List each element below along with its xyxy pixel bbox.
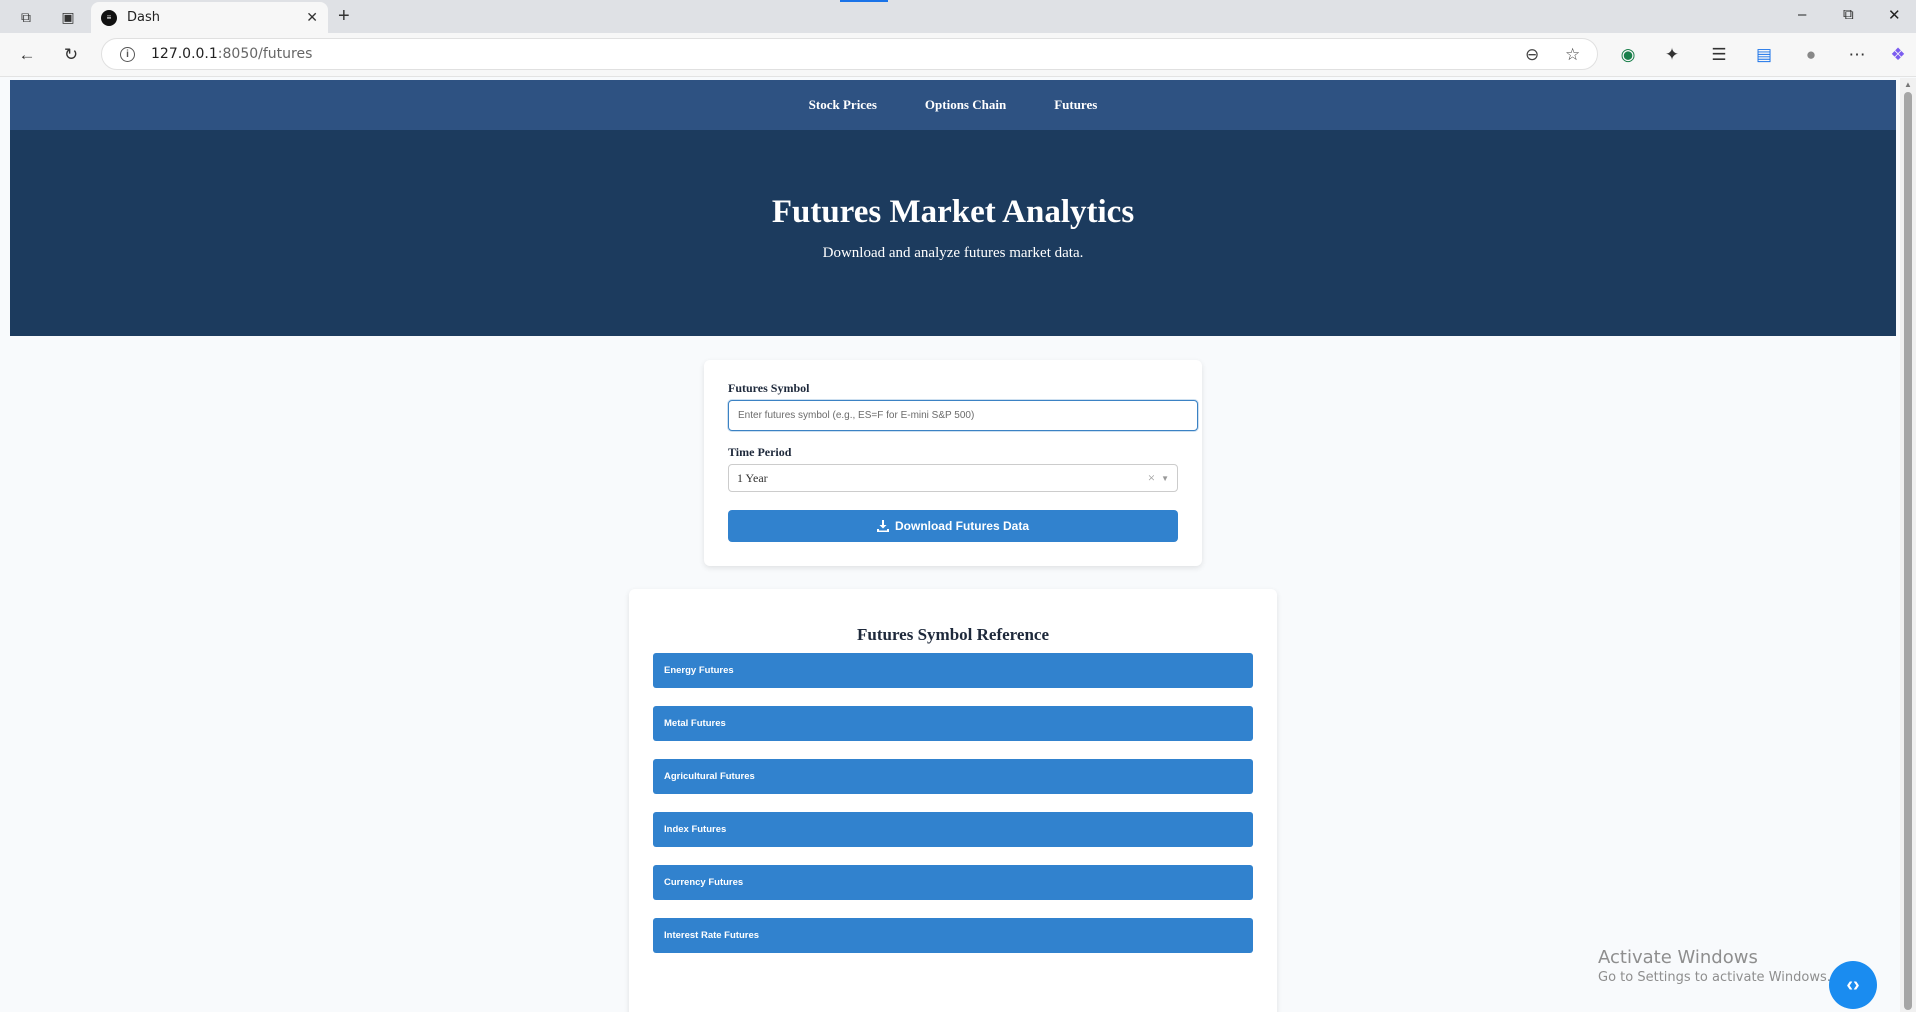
download-form-card: Futures Symbol Time Period 1 Year × ▼ Do… [704,360,1202,566]
nav-futures[interactable]: Futures [1054,97,1097,113]
profile-avatar-icon[interactable]: ● [1800,44,1822,66]
symbol-label: Futures Symbol [728,381,810,395]
tab-close-icon[interactable]: ✕ [306,9,318,26]
activate-windows-watermark: Activate Windows Go to Settings to activ… [1598,947,1831,985]
symbol-reference-card: Futures Symbol Reference Energy Futures … [629,589,1277,1012]
time-period-dropdown[interactable]: 1 Year × ▼ [728,464,1178,492]
browser-toolbar: ← ↻ i 127.0.0.1:8050/futures ⊖ ☆ ◉ ✦ ☰ ▤… [0,33,1916,77]
top-navbar: Stock Prices Options Chain Futures [10,80,1896,130]
download-futures-button[interactable]: Download Futures Data [728,510,1178,542]
zoom-icon[interactable]: ⊖ [1525,45,1539,65]
url-text: 127.0.0.1:8050/futures [151,46,313,62]
accordion-energy-futures[interactable]: Energy Futures [653,653,1253,688]
window-close-icon[interactable]: ✕ [1888,6,1901,24]
page-viewport: Stock Prices Options Chain Futures Futur… [10,78,1896,1012]
download-icon [876,520,889,532]
browser-tab-bar: ⧉ ▣ ≡ Dash ✕ + – ⧉ ✕ [0,0,1916,33]
tab-title: Dash [127,10,160,25]
watermark-line2: Go to Settings to activate Windows. [1598,970,1831,985]
grammarly-icon[interactable]: ◉ [1617,44,1639,66]
reference-title: Futures Symbol Reference [856,625,1049,644]
collections-icon[interactable]: ▤ [1753,44,1775,66]
dash-favicon-icon: ≡ [101,9,117,26]
hero-banner: Futures Market Analytics Download and an… [10,130,1896,336]
dash-devtools-button[interactable]: ‹› [1829,961,1877,1009]
time-period-value: 1 Year [737,470,768,485]
address-bar[interactable]: i 127.0.0.1:8050/futures ⊖ ☆ [101,38,1598,70]
nav-options-chain[interactable]: Options Chain [925,97,1006,113]
accordion-metal-futures[interactable]: Metal Futures [653,706,1253,741]
clear-selection-icon[interactable]: × [1148,470,1155,486]
page-title: Futures Market Analytics [771,194,1135,230]
new-tab-icon[interactable]: + [338,5,350,28]
code-brackets-icon: ‹› [1846,973,1860,996]
copilot-icon[interactable]: ❖ [1887,44,1909,66]
accordion-agricultural-futures[interactable]: Agricultural Futures [653,759,1253,794]
restore-icon[interactable]: ⧉ [1843,6,1854,23]
workspaces-icon[interactable]: ⧉ [16,7,36,27]
browser-tab[interactable]: ≡ Dash ✕ [91,2,328,33]
scrollbar-thumb[interactable] [1904,92,1912,1010]
favorites-icon[interactable]: ☰ [1708,44,1730,66]
page-subtitle: Download and analyze futures market data… [822,245,1084,261]
dropdown-caret-icon[interactable]: ▼ [1161,474,1169,483]
minimize-icon[interactable]: – [1798,6,1806,23]
accordion-interest-rate-futures[interactable]: Interest Rate Futures [653,918,1253,953]
reload-icon[interactable]: ↻ [60,44,82,66]
more-menu-icon[interactable]: ⋯ [1846,44,1868,66]
download-button-label: Download Futures Data [894,519,1029,533]
accordion-currency-futures[interactable]: Currency Futures [653,865,1253,900]
favorite-star-icon[interactable]: ☆ [1565,45,1580,65]
period-label: Time Period [728,445,792,459]
back-icon[interactable]: ← [16,44,38,66]
site-info-icon[interactable]: i [120,46,135,62]
watermark-line1: Activate Windows [1598,947,1758,968]
extensions-icon[interactable]: ✦ [1661,44,1683,66]
tab-actions-icon[interactable]: ▣ [58,7,78,27]
tab-strip-indicator [840,0,888,2]
scroll-up-arrow-icon[interactable]: ▲ [1904,80,1912,89]
nav-stock-prices[interactable]: Stock Prices [809,97,877,113]
futures-symbol-input[interactable] [728,400,1198,431]
accordion-index-futures[interactable]: Index Futures [653,812,1253,847]
page-scrollbar[interactable]: ▲ [1900,78,1916,1012]
